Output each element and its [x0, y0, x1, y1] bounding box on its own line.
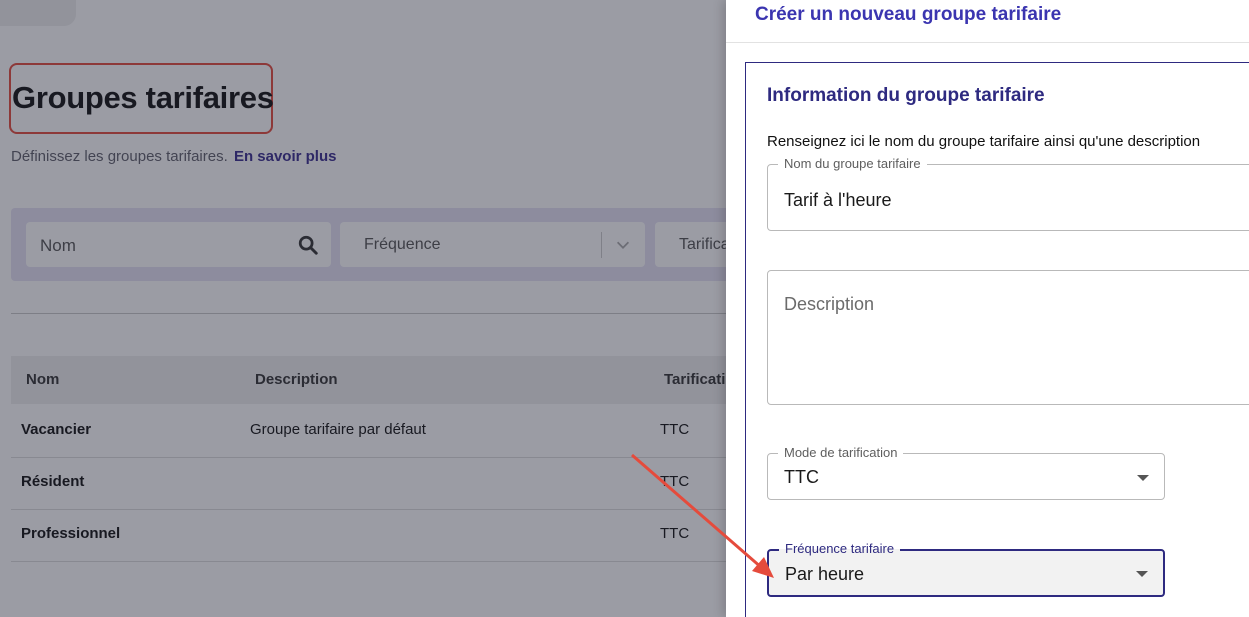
pricing-frequency-select[interactable]: Fréquence tarifaire Par heure	[767, 542, 1165, 597]
dropdown-caret-icon[interactable]	[1136, 571, 1148, 577]
group-name-field[interactable]: Nom du groupe tarifaire Tarif à l'heure	[767, 157, 1249, 231]
dropdown-caret-icon[interactable]	[1137, 475, 1149, 481]
drawer-title: Créer un nouveau groupe tarifaire	[755, 4, 1062, 25]
pricing-frequency-value: Par heure	[785, 564, 865, 584]
group-info-section: Information du groupe tarifaire Renseign…	[745, 62, 1249, 617]
group-name-value[interactable]: Tarif à l'heure	[784, 190, 892, 211]
drawer-header: Créer un nouveau groupe tarifaire	[726, 0, 1249, 43]
section-title: Information du groupe tarifaire	[767, 85, 1045, 106]
pricing-mode-value: TTC	[784, 467, 819, 487]
create-group-drawer: Créer un nouveau groupe tarifaire Inform…	[726, 0, 1249, 617]
description-placeholder: Description	[784, 294, 875, 314]
pricing-frequency-label: Fréquence tarifaire	[779, 542, 901, 556]
section-description: Renseignez ici le nom du groupe tarifair…	[767, 133, 1201, 150]
description-textarea[interactable]: Description	[767, 270, 1249, 405]
group-name-label: Nom du groupe tarifaire	[778, 157, 927, 171]
pricing-mode-label: Mode de tarification	[778, 446, 904, 460]
pricing-mode-select[interactable]: Mode de tarification TTC	[767, 446, 1165, 500]
